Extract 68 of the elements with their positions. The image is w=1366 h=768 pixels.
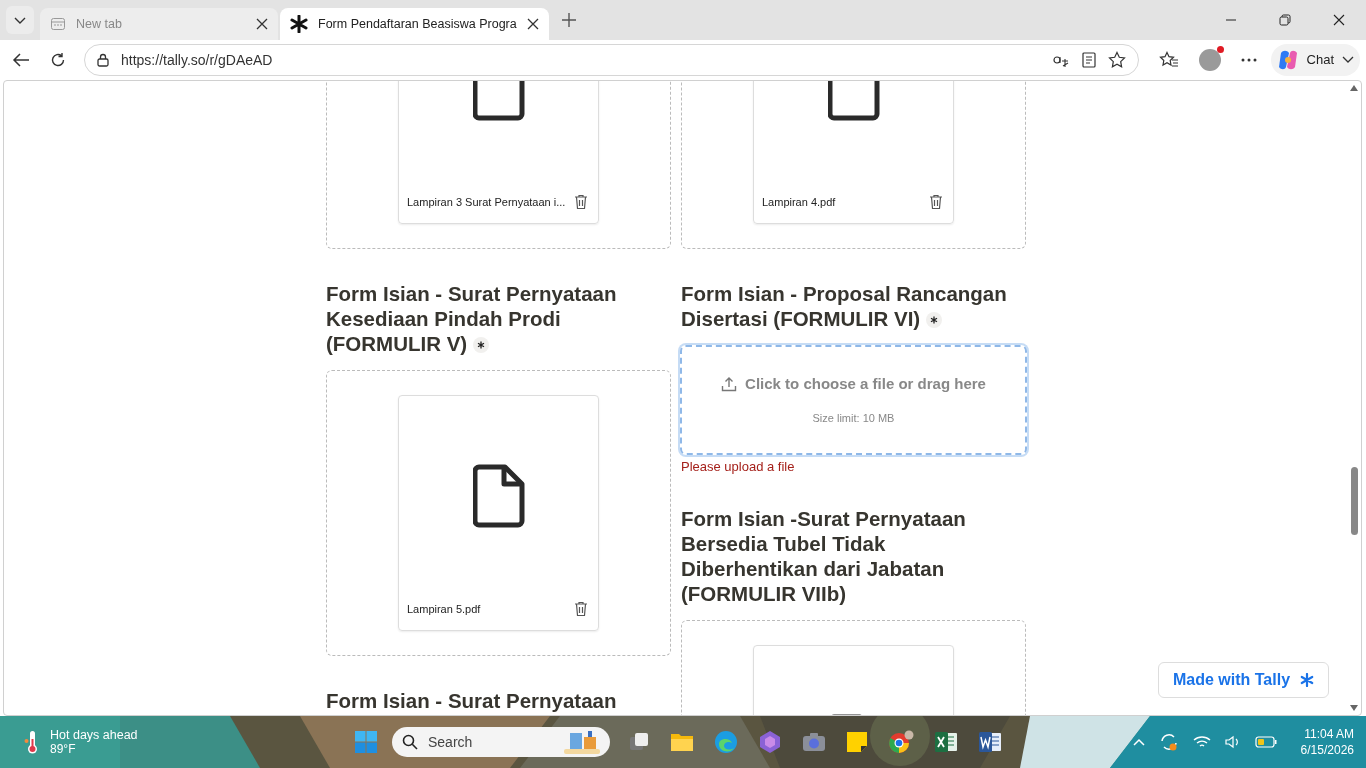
question-title: Form Isian - Surat Pernyataan: [326, 688, 617, 712]
close-icon[interactable]: [1333, 14, 1345, 26]
made-with-tally-button[interactable]: Made with Tally: [1158, 661, 1330, 698]
volume-icon[interactable]: [1224, 735, 1241, 749]
trash-icon[interactable]: [574, 600, 588, 617]
question-title: Form Isian - Proposal Rancangan Disertasi (FORMULIR VI): [681, 281, 1007, 330]
clock-time: 11:04 AM: [1304, 726, 1354, 742]
folder-icon[interactable]: [670, 731, 694, 753]
close-icon[interactable]: [526, 18, 539, 30]
chrome-icon[interactable]: [888, 730, 914, 754]
asterisk-icon: [1300, 672, 1315, 687]
sync-icon[interactable]: [1158, 732, 1179, 752]
task-view-icon[interactable]: [628, 731, 650, 753]
camera-icon[interactable]: [802, 732, 826, 752]
copilot-icon[interactable]: [758, 730, 782, 754]
excel-icon[interactable]: [934, 731, 958, 753]
file-name: Lampiran 3 Surat Pernyataan i...: [407, 195, 566, 208]
lock-icon: [97, 52, 109, 67]
trash-icon[interactable]: [574, 193, 588, 210]
tab-title: Form Pendaftaran Beasiswa Progra: [318, 17, 517, 31]
refresh-icon[interactable]: [50, 51, 66, 68]
error-message: Please upload a file: [681, 458, 795, 474]
tab-title: New tab: [76, 17, 123, 31]
scroll-down-icon[interactable]: [1350, 705, 1358, 711]
upload-prompt: Click to choose a file or drag here: [745, 375, 986, 393]
file-upload-field[interactable]: Click to choose a file or drag here Size limit: 10 MB: [680, 344, 1027, 455]
question-title: Form Isian - Surat Pernyataan Kesediaan Pindah Prodi (FORMULIR V): [326, 281, 617, 355]
scrollbar-thumb[interactable]: [1350, 466, 1358, 535]
asterisk-icon: [290, 15, 308, 33]
start-icon[interactable]: [354, 730, 378, 754]
url-text: https://tally.so/r/gDAeAD: [121, 51, 273, 68]
file-icon: [472, 464, 525, 529]
back-icon[interactable]: [12, 51, 30, 68]
gift-icon: [562, 729, 602, 755]
weather-temperature: 89°F: [50, 742, 77, 756]
file-name: Lampiran 4.pdf: [762, 195, 836, 208]
chat-button[interactable]: Chat: [1270, 43, 1360, 76]
search-placeholder: Search: [428, 734, 474, 750]
reader-icon[interactable]: [1081, 51, 1096, 68]
more-icon[interactable]: [1240, 57, 1257, 62]
close-icon[interactable]: [256, 18, 268, 30]
search-icon: [402, 734, 418, 750]
weather-title: Hot days ahead: [50, 728, 138, 742]
taskbar-search[interactable]: Search: [392, 727, 610, 757]
upload-icon: [721, 375, 738, 392]
question-title: Form Isian -Surat Pernyataan Bersedia Tubel Tidak Diberhentikan dari Jabatan (FORMULIR VIIb): [681, 506, 966, 605]
new-tab-icon[interactable]: [560, 12, 577, 28]
favorites-icon[interactable]: [1158, 50, 1179, 69]
file-name: Lampiran 5.pdf: [407, 602, 481, 615]
clock-date: 6/15/2026: [1300, 742, 1354, 758]
wifi-icon[interactable]: [1192, 735, 1211, 749]
battery-icon[interactable]: [1254, 736, 1277, 748]
star-icon[interactable]: [1107, 50, 1126, 69]
size-limit-text: Size limit: 10 MB: [812, 412, 895, 425]
page-icon: [50, 16, 66, 32]
word-icon[interactable]: [978, 731, 1002, 753]
browser-tab[interactable]: Form Pendaftaran Beasiswa Progra: [280, 8, 549, 40]
edge-icon[interactable]: [714, 730, 738, 754]
chevron-down-icon: [1342, 55, 1354, 64]
tab-list-button[interactable]: [6, 6, 34, 34]
thermometer-icon: [24, 729, 40, 755]
trash-icon[interactable]: [929, 193, 943, 210]
restore-icon[interactable]: [1279, 14, 1291, 26]
sticky-notes-icon[interactable]: [846, 731, 868, 753]
profile-avatar[interactable]: [1198, 48, 1221, 71]
chevron-up-icon[interactable]: [1132, 738, 1145, 746]
scroll-up-icon[interactable]: [1350, 84, 1358, 91]
copilot-icon: [1276, 48, 1299, 71]
